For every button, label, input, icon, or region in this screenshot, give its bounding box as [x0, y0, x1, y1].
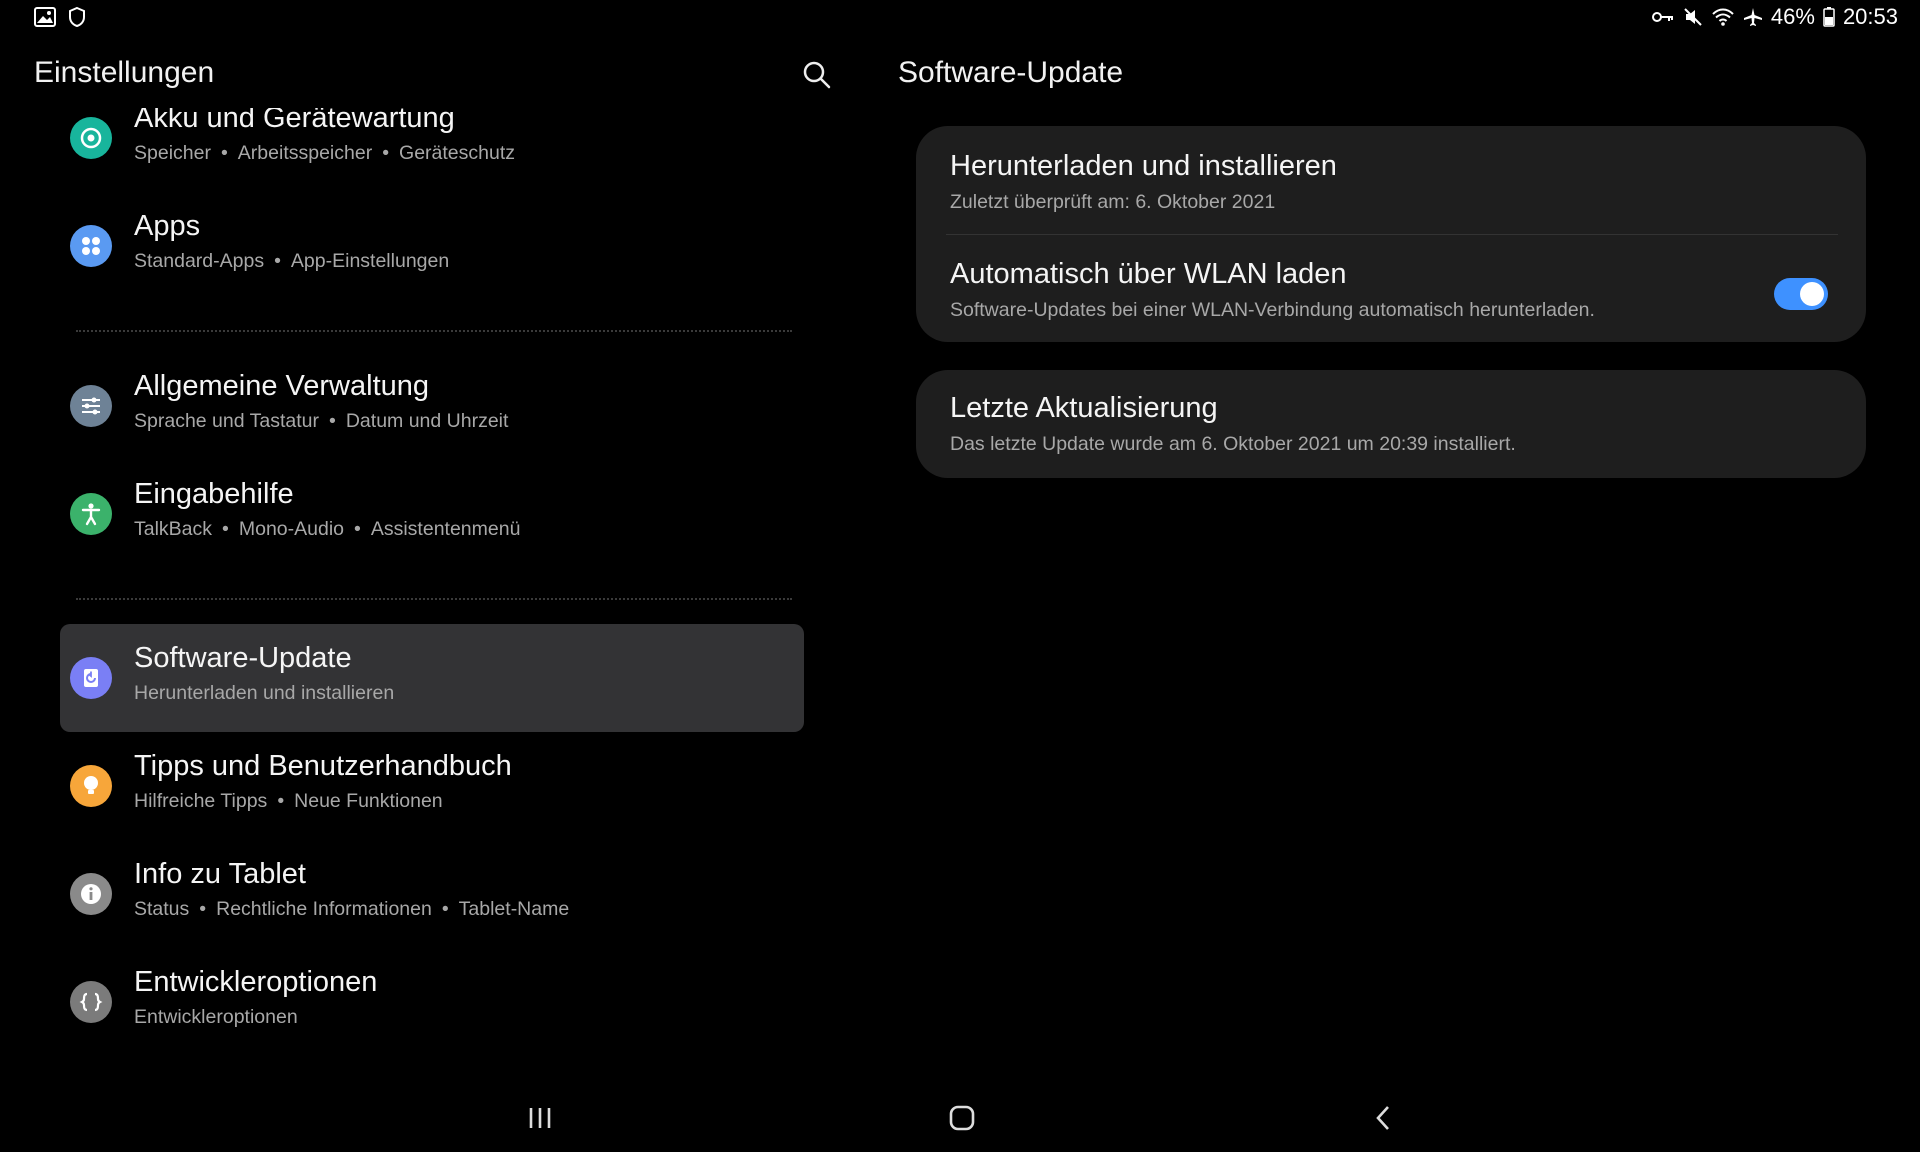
- settings-item-title: Allgemeine Verwaltung: [134, 370, 430, 402]
- info-icon: [70, 873, 112, 915]
- settings-item-subtitle: Entwickleroptionen: [134, 1006, 298, 1029]
- shield-icon: [68, 6, 86, 28]
- card-divider: [946, 234, 1838, 235]
- page-title: Einstellungen: [34, 56, 215, 89]
- last-update-row[interactable]: Letzte Aktualisierung Das letzte Update …: [950, 392, 1830, 456]
- home-button[interactable]: [932, 1090, 992, 1150]
- subtitle-part: Tablet-Name: [458, 898, 570, 920]
- settings-item-title: Tipps und Benutzerhandbuch: [134, 750, 512, 782]
- navigation-bar: [0, 1090, 1920, 1152]
- subtitle-part: Standard-Apps: [134, 250, 265, 272]
- divider: [76, 330, 792, 332]
- settings-item-subtitle: TalkBack • Mono-Audio • Assistentenmenü: [134, 518, 521, 540]
- battery-text: 46%: [1770, 4, 1815, 29]
- back-icon[interactable]: [1372, 1104, 1396, 1137]
- auto-download-subtitle: Software-Updates bei einer WLAN-Verbindu…: [950, 299, 1595, 321]
- status-bar-right: 46% 20:53: [1651, 4, 1898, 30]
- settings-item-title: Entwickleroptionen: [134, 966, 378, 998]
- settings-item-general-management[interactable]: Allgemeine Verwaltung Sprache und Tastat…: [60, 352, 804, 460]
- subtitle-part: Entwickleroptionen: [134, 1006, 298, 1028]
- auto-download-toggle[interactable]: [1774, 278, 1828, 310]
- toggle-knob: [1800, 282, 1824, 306]
- airplane-icon: [1743, 7, 1763, 27]
- recents-icon[interactable]: [526, 1105, 554, 1136]
- subtitle-part: Mono-Audio: [238, 518, 345, 540]
- subtitle-part: Herunterladen und installieren: [134, 682, 395, 704]
- recents-button[interactable]: [510, 1090, 570, 1150]
- settings-item-subtitle: Herunterladen und installieren: [134, 682, 394, 705]
- subtitle-part: App-Einstellungen: [290, 250, 450, 272]
- settings-item-title: Info zu Tablet: [134, 858, 306, 890]
- settings-item-about-tablet[interactable]: Info zu Tablet Status • Rechtliche Informa…: [60, 840, 804, 948]
- subtitle-part: Arbeitsspeicher: [237, 142, 373, 164]
- auto-download-title: Automatisch über WLAN laden: [950, 258, 1347, 290]
- clock: 20:53: [1842, 4, 1898, 29]
- settings-item-title: Apps: [134, 210, 201, 242]
- subtitle-part: Geräteschutz: [399, 142, 516, 164]
- settings-item-device-care[interactable]: Akku und Gerätewartung Speicher • Arbeitss…: [60, 108, 804, 192]
- subtitle-part: Speicher: [134, 142, 211, 164]
- status-bar-left: [34, 6, 86, 28]
- settings-item-software-update[interactable]: Software-Update Herunterladen und instal…: [60, 624, 804, 732]
- settings-item-title: Akku und Gerätewartung: [134, 108, 455, 134]
- settings-item-subtitle: Standard-Apps • App-Einstellungen: [134, 250, 450, 272]
- update-options-card: Herunterladen und installieren Zuletzt ü…: [916, 126, 1866, 342]
- developer-options-icon: [70, 981, 112, 1023]
- last-update-card: Letzte Aktualisierung Das letzte Update …: [916, 370, 1866, 478]
- settings-item-subtitle: Hilfreiche Tipps • Neue Funktionen: [134, 790, 443, 812]
- download-install-row[interactable]: Herunterladen und installieren Zuletzt ü…: [950, 150, 1830, 214]
- download-install-subtitle: Zuletzt überprüft am: 6. Oktober 2021: [950, 191, 1276, 213]
- status-bar: 46% 20:53: [0, 0, 1920, 36]
- settings-item-tips[interactable]: Tipps und Benutzerhandbuch Hilfreiche Ti…: [60, 732, 804, 840]
- subtitle-part: Rechtliche Informationen: [216, 898, 432, 920]
- subtitle-part: Hilfreiche Tipps: [134, 790, 268, 812]
- search-button[interactable]: [800, 58, 834, 92]
- settings-item-subtitle: Speicher • Arbeitsspeicher • Geräteschutz: [134, 142, 516, 164]
- divider: [76, 598, 792, 600]
- settings-item-subtitle: Status • Rechtliche Informationen • Tablet-N…: [134, 898, 570, 920]
- apps-icon: [70, 225, 112, 267]
- mute-icon: [1683, 7, 1703, 27]
- search-icon[interactable]: [800, 61, 834, 96]
- settings-item-apps[interactable]: Apps Standard-Apps • App-Einstellungen: [60, 192, 804, 300]
- subtitle-part: Assistentenmenü: [370, 518, 521, 540]
- software-update-icon: [70, 657, 112, 699]
- battery-icon: [1823, 7, 1835, 27]
- key-icon: [1651, 8, 1675, 26]
- detail-title: Software-Update: [898, 56, 1124, 89]
- tips-icon: [70, 765, 112, 807]
- settings-item-accessibility[interactable]: Eingabehilfe TalkBack • Mono-Audio • Assiste…: [60, 460, 804, 568]
- back-button[interactable]: [1354, 1090, 1414, 1150]
- gallery-icon: [34, 7, 56, 27]
- subtitle-part: TalkBack: [134, 518, 213, 540]
- settings-list: Akku und Gerätewartung Speicher • Arbeitss…: [60, 108, 804, 1050]
- auto-download-row[interactable]: Automatisch über WLAN laden Software-Upd…: [950, 258, 1750, 322]
- accessibility-icon: [70, 493, 112, 535]
- general-management-icon: [70, 385, 112, 427]
- settings-item-title: Eingabehilfe: [134, 478, 294, 510]
- subtitle-part: Sprache und Tastatur: [134, 410, 320, 432]
- device-care-icon: [70, 117, 112, 159]
- subtitle-part: Datum und Uhrzeit: [345, 410, 509, 432]
- last-update-subtitle: Das letzte Update wurde am 6. Oktober 20…: [950, 433, 1516, 455]
- last-update-title: Letzte Aktualisierung: [950, 392, 1218, 424]
- subtitle-part: Status: [134, 898, 190, 920]
- wifi-icon: [1711, 7, 1735, 27]
- download-install-title: Herunterladen und installieren: [950, 150, 1337, 182]
- settings-item-developer-options[interactable]: Entwickleroptionen Entwickleroptionen: [60, 948, 804, 1050]
- subtitle-part: Neue Funktionen: [294, 790, 443, 812]
- settings-item-subtitle: Sprache und Tastatur • Datum und Uhrzeit: [134, 410, 509, 432]
- home-icon[interactable]: [947, 1103, 977, 1138]
- settings-item-title: Software-Update: [134, 642, 352, 674]
